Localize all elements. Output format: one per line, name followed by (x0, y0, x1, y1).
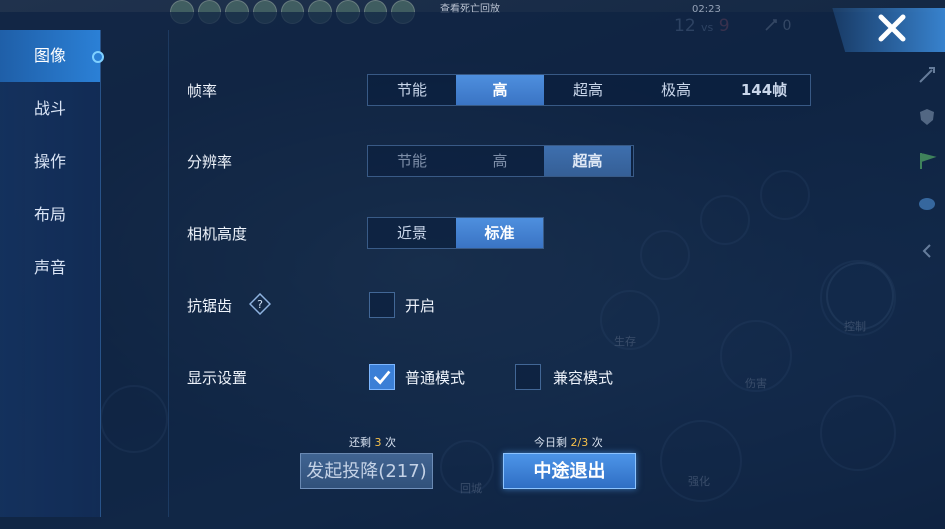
normal-mode-label: 普通模式 (405, 369, 466, 387)
sidebar-item-layout[interactable]: 布局 (0, 189, 100, 241)
svg-text:?: ? (257, 298, 263, 311)
frame-rate-selector: 节能 高 超高 极高 144帧 (367, 74, 811, 106)
resolution-label: 分辨率 (187, 153, 233, 171)
quit-remaining: 今日剩 2/3 次 (534, 434, 603, 450)
frame-rate-option-power-saving[interactable]: 节能 (368, 75, 456, 105)
compat-mode-checkbox[interactable] (515, 364, 541, 390)
sidebar-item-combat[interactable]: 战斗 (0, 83, 100, 135)
quit-match-button[interactable]: 中途退出 (503, 453, 636, 489)
frame-rate-option-extreme[interactable]: 极高 (632, 75, 720, 105)
attack-icon (917, 65, 937, 85)
camera-height-label: 相机高度 (187, 225, 248, 243)
resolution-option-power-saving[interactable]: 节能 (368, 146, 456, 176)
surrender-remaining-prefix: 还剩 (349, 436, 371, 449)
anti-aliasing-checkbox[interactable] (369, 292, 395, 318)
surrender-remaining-suffix: 次 (385, 436, 396, 449)
frame-rate-label: 帧率 (187, 82, 218, 100)
quit-remaining-count: 2/3 (570, 436, 589, 449)
checkmark-icon (373, 370, 391, 385)
close-icon[interactable] (875, 11, 909, 45)
surrender-remaining: 还剩 3 次 (349, 434, 396, 450)
surrender-button[interactable]: 发起投降(217) (300, 453, 433, 489)
quit-remaining-prefix: 今日剩 (534, 436, 567, 449)
right-hud-icons (909, 55, 945, 325)
shield-icon (917, 107, 937, 127)
anti-aliasing-option-label: 开启 (405, 297, 436, 315)
quit-remaining-suffix: 次 (591, 436, 603, 449)
chevron-left-icon (917, 241, 937, 261)
camera-height-option-close[interactable]: 近景 (368, 218, 456, 248)
frame-rate-option-144[interactable]: 144帧 (720, 75, 808, 105)
compat-mode-label: 兼容模式 (553, 369, 614, 387)
normal-mode-checkbox[interactable] (369, 364, 395, 390)
chat-icon (917, 195, 937, 215)
camera-height-option-standard[interactable]: 标准 (456, 218, 543, 248)
frame-rate-option-ultra[interactable]: 超高 (544, 75, 632, 105)
sidebar-item-graphics[interactable]: 图像 (0, 30, 104, 82)
settings-sidebar: 图像 战斗 操作 布局 声音 (0, 30, 104, 517)
anti-aliasing-label: 抗锯齿 (187, 297, 233, 315)
surrender-remaining-count: 3 (374, 436, 382, 449)
sidebar-item-controls[interactable]: 操作 (0, 136, 100, 188)
resolution-option-ultra[interactable]: 超高 (544, 146, 631, 176)
frame-rate-option-high[interactable]: 高 (456, 75, 544, 105)
camera-height-selector: 近景 标准 (367, 217, 544, 249)
help-icon[interactable]: ? (249, 293, 271, 315)
resolution-selector: 节能 高 超高 (367, 145, 634, 177)
display-settings-label: 显示设置 (187, 369, 248, 387)
panel-divider (168, 30, 169, 517)
sidebar-item-sound[interactable]: 声音 (0, 242, 100, 294)
flag-icon (917, 151, 937, 171)
resolution-option-high[interactable]: 高 (456, 146, 544, 176)
